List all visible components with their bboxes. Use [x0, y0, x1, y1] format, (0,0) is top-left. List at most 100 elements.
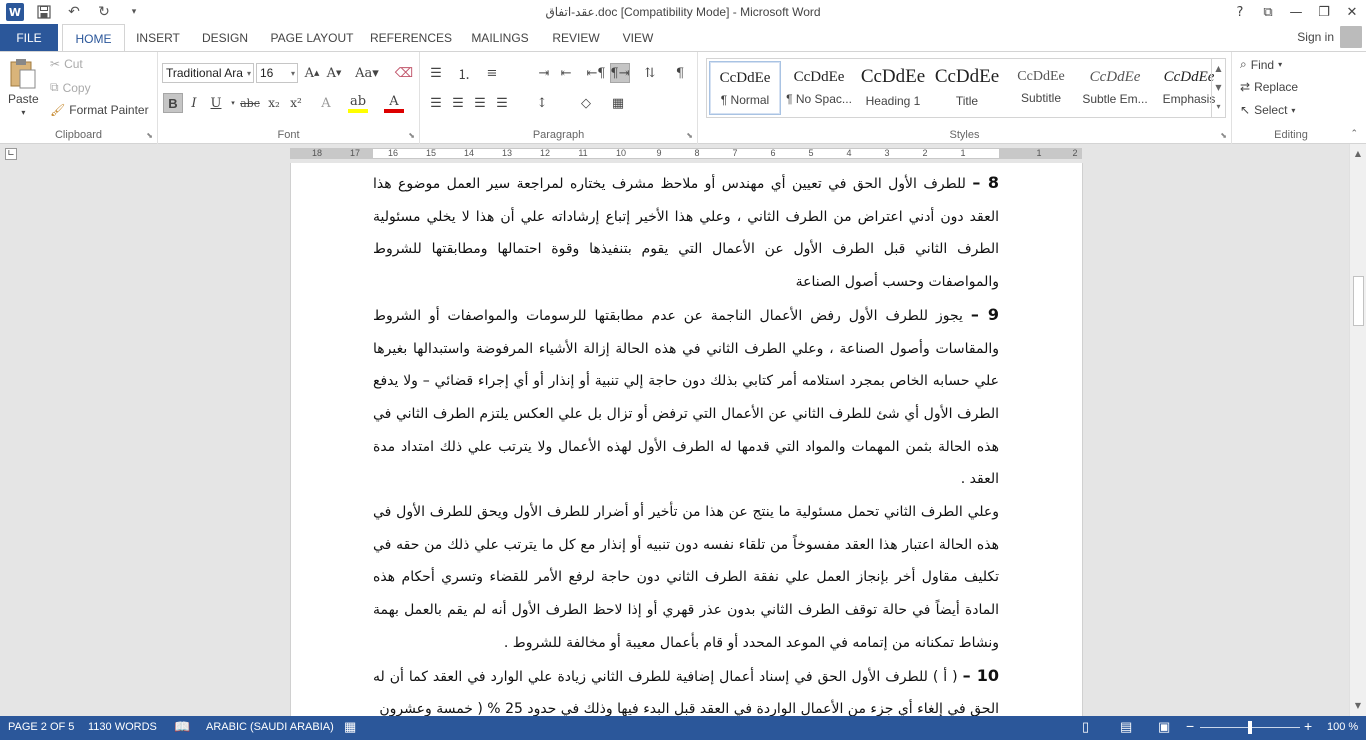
tab-design[interactable]: DESIGN [194, 24, 256, 51]
vertical-scrollbar[interactable]: ▲ ▼ [1349, 144, 1366, 716]
proofing-icon[interactable]: 📖 [174, 719, 190, 735]
web-layout-icon[interactable]: ▣ [1158, 719, 1170, 735]
ltr-direction-icon[interactable]: ⇤¶ [586, 63, 606, 83]
styles-more-icon[interactable]: ▾ [1212, 97, 1225, 116]
align-left-icon[interactable]: ☰ [426, 93, 446, 113]
ribbon: Paste ▾ ✂ Cut ⧉ Copy 🖌 Format Painter Cl… [0, 51, 1366, 144]
grow-font-icon[interactable]: A ▲ [302, 63, 322, 83]
avatar[interactable] [1340, 26, 1362, 48]
subscript-icon[interactable]: x₂ [264, 93, 284, 113]
document-body[interactable]: 8 – للطرف الأول الحق في تعيين أي مهندس أ… [373, 167, 999, 716]
macro-recording-icon[interactable]: ▦ [344, 719, 356, 735]
paragraph-liability[interactable]: وعلي الطرف الثاني تحمل مسئولية ما ينتج ع… [373, 496, 999, 660]
zoom-level[interactable]: 100 % [1327, 721, 1358, 733]
page-count[interactable]: PAGE 2 OF 5 [8, 721, 74, 733]
style-preview: CcDdEe [1017, 69, 1065, 84]
tab-home[interactable]: HOME [62, 24, 125, 52]
font-launcher-icon[interactable]: ⬊ [408, 131, 415, 140]
ribbon-tabs: FILE HOME INSERT DESIGN PAGE LAYOUT REFE… [0, 24, 1366, 52]
decrease-indent-icon[interactable]: ⇤ [556, 63, 576, 83]
font-color-icon[interactable]: A [384, 93, 404, 113]
cut-button[interactable]: ✂ Cut [50, 57, 83, 71]
tab-review[interactable]: REVIEW [546, 24, 606, 51]
print-layout-icon[interactable]: ▤ [1120, 719, 1132, 735]
ltr-indent-icon[interactable]: ⇥ [534, 63, 554, 83]
font-family-select[interactable]: Traditional Ara ▾ [162, 63, 254, 83]
change-case-icon[interactable]: Aa▾ [352, 63, 382, 83]
ruler-number: 2 [922, 148, 928, 158]
zoom-slider-thumb[interactable] [1248, 721, 1252, 734]
sign-in-link[interactable]: Sign in [1297, 30, 1334, 44]
sort-icon[interactable]: ⇅ [640, 63, 660, 83]
scrollbar-thumb[interactable] [1353, 276, 1364, 326]
zoom-in-icon[interactable]: + [1304, 718, 1312, 734]
tab-insert[interactable]: INSERT [130, 24, 186, 51]
scroll-down-icon[interactable]: ▼ [1350, 698, 1366, 714]
replace-label: Replace [1254, 80, 1299, 94]
styles-launcher-icon[interactable]: ⬊ [1220, 131, 1227, 140]
tab-selector-icon[interactable]: ∟ [5, 148, 17, 160]
maximize-icon[interactable]: ❐ [1310, 0, 1338, 24]
shading-icon[interactable]: ◇ [576, 93, 596, 113]
paste-dropdown-icon[interactable]: ▾ [21, 108, 25, 117]
minimize-icon[interactable]: — [1282, 0, 1310, 24]
chevron-down-icon[interactable]: ▼ [1212, 78, 1225, 97]
style-subtitle[interactable]: CcDdEe Subtitle [1005, 61, 1077, 115]
paste-button[interactable]: Paste ▾ [8, 58, 39, 117]
find-button[interactable]: ⌕ Find ▾ [1240, 57, 1282, 72]
shrink-font-icon[interactable]: A ▼ [324, 63, 344, 83]
ribbon-display-options-icon[interactable]: ⧉ [1254, 0, 1282, 24]
align-center-icon[interactable]: ☰ [448, 93, 468, 113]
help-button[interactable]: ? [1226, 0, 1254, 24]
bold-icon[interactable]: B [163, 93, 183, 113]
replace-icon: ⇄ [1240, 80, 1251, 94]
justify-icon[interactable]: ☰ [492, 93, 512, 113]
style-subtle-emphasis[interactable]: CcDdEe Subtle Em... [1079, 61, 1151, 115]
styles-scroll[interactable]: ▲ ▼ ▾ [1211, 59, 1225, 117]
rtl-direction-icon[interactable]: ¶⇥ [610, 63, 630, 83]
collapse-ribbon-icon[interactable]: ⌃ [1350, 129, 1358, 139]
paragraph-9[interactable]: 9 – يجوز للطرف الأول رفض الأعمال الناجمة… [373, 299, 999, 496]
font-size-select[interactable]: 16 ▾ [256, 63, 298, 83]
chevron-up-icon[interactable]: ▲ [1212, 59, 1225, 78]
borders-icon[interactable]: ▦ [608, 93, 628, 113]
show-formatting-marks-icon[interactable]: ¶ [670, 63, 690, 83]
strikethrough-icon[interactable]: abc [240, 93, 260, 113]
style-no-spacing[interactable]: CcDdEe ¶ No Spac... [783, 61, 855, 115]
replace-button[interactable]: ⇄ Replace [1240, 80, 1298, 94]
text-effects-icon[interactable]: A [316, 93, 336, 113]
tab-mailings[interactable]: MAILINGS [462, 24, 538, 51]
paragraph-8[interactable]: 8 – للطرف الأول الحق في تعيين أي مهندس أ… [373, 167, 999, 299]
superscript-icon[interactable]: x² [286, 93, 306, 113]
tab-view[interactable]: VIEW [614, 24, 662, 51]
zoom-out-icon[interactable]: − [1186, 718, 1194, 734]
clear-formatting-icon[interactable]: ⌫ [394, 63, 414, 83]
horizontal-ruler[interactable]: 18 17 16 15 14 13 12 11 10 9 8 7 6 5 4 3… [290, 148, 1082, 159]
select-button[interactable]: ↖ Select ▾ [1240, 103, 1295, 117]
paragraph-launcher-icon[interactable]: ⬊ [686, 131, 693, 140]
read-mode-icon[interactable]: ▯ [1082, 719, 1089, 735]
document-page[interactable]: 8 – للطرف الأول الحق في تعيين أي مهندس أ… [290, 163, 1083, 716]
status-bar: PAGE 2 OF 5 1130 WORDS 📖 ARABIC (SAUDI A… [0, 716, 1366, 740]
close-icon[interactable]: ✕ [1338, 0, 1366, 24]
format-painter-button[interactable]: 🖌 Format Painter [50, 103, 149, 117]
clipboard-launcher-icon[interactable]: ⬊ [146, 131, 153, 140]
align-right-icon[interactable]: ☰ [470, 93, 490, 113]
style-title[interactable]: CcDdEe Title [931, 61, 1003, 115]
highlight-color-icon[interactable]: ab [348, 93, 368, 113]
style-normal[interactable]: CcDdEe ¶ Normal [709, 61, 781, 115]
language-indicator[interactable]: ARABIC (SAUDI ARABIA) [206, 721, 334, 733]
multilevel-list-icon[interactable]: ≡ [482, 63, 502, 83]
numbering-icon[interactable]: ⒈ [454, 63, 474, 83]
paragraph-10[interactable]: 10 – ( أ ) للطرف الأول الحق في إسناد أعم… [373, 660, 999, 716]
line-spacing-icon[interactable]: ↕ [532, 93, 552, 113]
tab-references[interactable]: REFERENCES [368, 24, 454, 51]
tab-file[interactable]: FILE [0, 24, 58, 51]
word-count[interactable]: 1130 WORDS [88, 721, 157, 733]
italic-icon[interactable]: I [184, 93, 204, 113]
style-heading-1[interactable]: CcDdEe Heading 1 [857, 61, 929, 115]
copy-button[interactable]: ⧉ Copy [50, 80, 91, 95]
bullets-icon[interactable]: ☰ [426, 63, 446, 83]
tab-page-layout[interactable]: PAGE LAYOUT [264, 24, 360, 51]
scroll-up-icon[interactable]: ▲ [1350, 146, 1366, 162]
